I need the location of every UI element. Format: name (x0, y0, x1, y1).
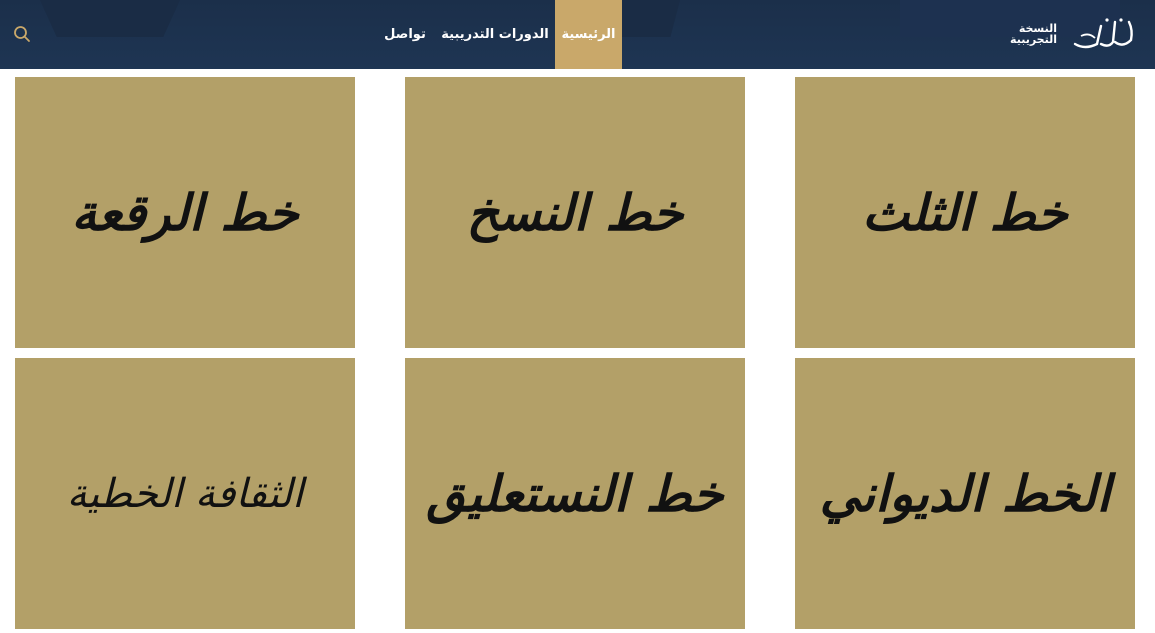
script-card-naskh[interactable]: خط النسخ (405, 77, 745, 348)
nav-item-courses[interactable]: الدورات التدريبية (441, 0, 548, 69)
logo-line-2: التجريبية (1010, 33, 1057, 46)
card-title: الثقافة الخطية (66, 470, 304, 517)
site-logo[interactable]: النسخة التجريبية (1005, 10, 1145, 58)
calligraphy-logo-icon (1073, 18, 1133, 49)
main-nav: الرئيسية الدورات التدريبية تواصل (0, 0, 1155, 69)
site-header: الرئيسية الدورات التدريبية تواصل النسخة … (0, 0, 1155, 69)
nav-item-home[interactable]: الرئيسية (555, 0, 622, 69)
script-card-thuluth[interactable]: خط الثلث (795, 77, 1135, 348)
card-title: الخط الديواني (819, 464, 1111, 523)
script-card-diwani[interactable]: الخط الديواني (795, 358, 1135, 629)
card-title: خط النسخ (466, 183, 684, 242)
card-title: خط الثلث (862, 183, 1068, 242)
card-title: خط الرقعة (71, 183, 299, 242)
card-title: خط النستعليق (426, 464, 724, 523)
logo-edition-text: النسخة التجريبية (1005, 23, 1057, 45)
nav-item-contact[interactable]: تواصل (378, 0, 432, 69)
script-card-ruqaa[interactable]: خط الرقعة (15, 77, 355, 348)
script-card-nastaliq[interactable]: خط النستعليق (405, 358, 745, 629)
script-card-calligraphy-culture[interactable]: الثقافة الخطية (15, 358, 355, 629)
